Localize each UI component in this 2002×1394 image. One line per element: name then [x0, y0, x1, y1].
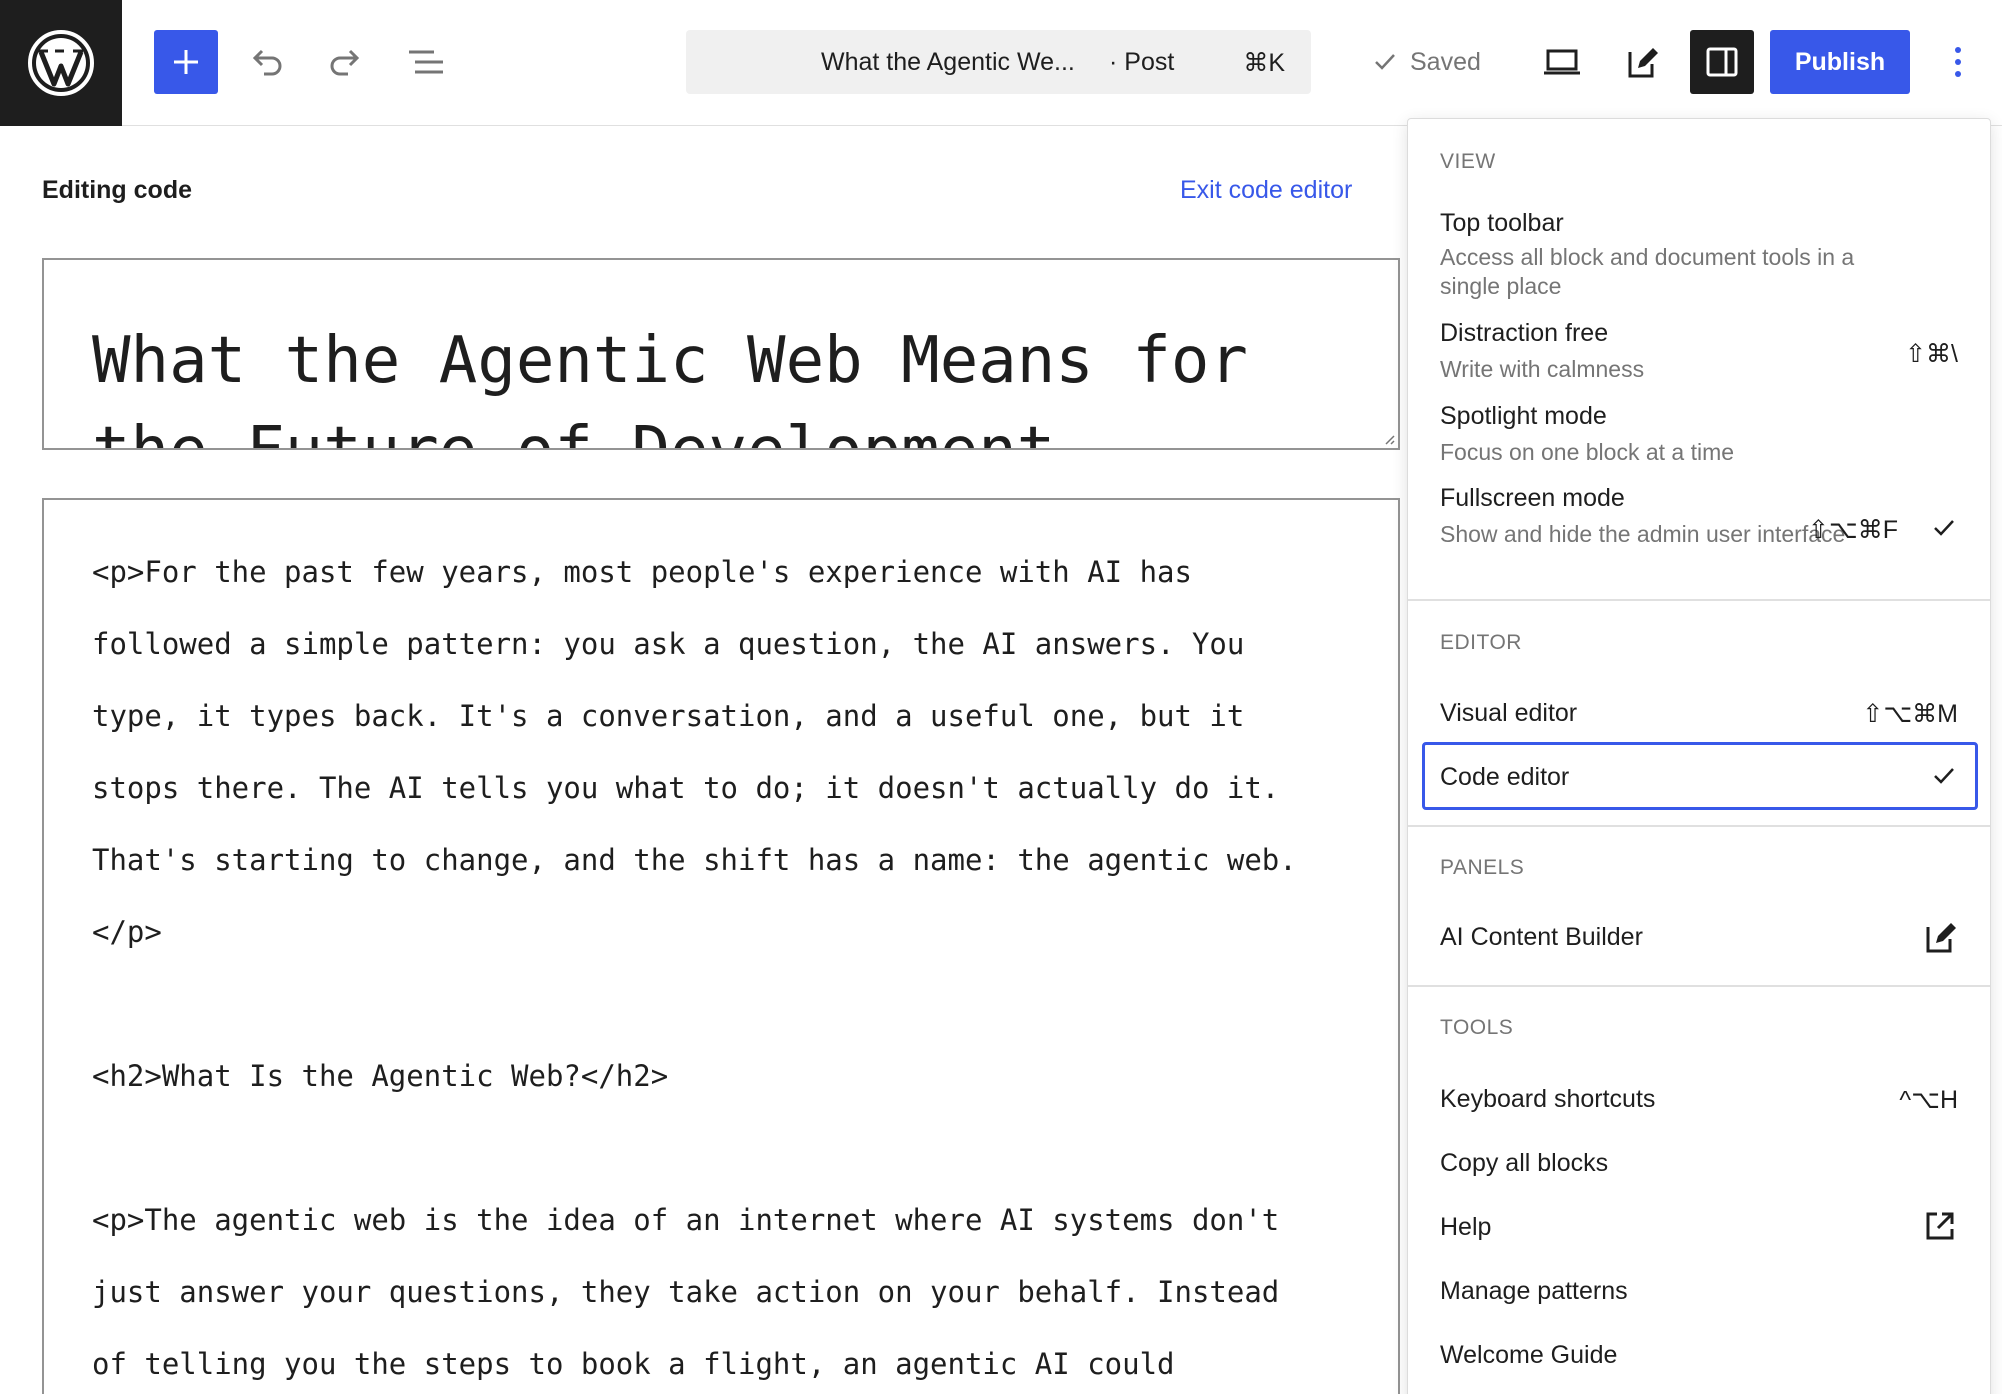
- code-line: <p>For the past few years, most people's…: [92, 555, 1192, 589]
- sidebar-icon: [1706, 47, 1738, 77]
- document-title: What the Agentic We...: [821, 48, 1075, 76]
- command-shortcut: ⌘K: [1243, 49, 1285, 77]
- menu-separator: [1408, 825, 1990, 827]
- undo-button[interactable]: [234, 30, 298, 94]
- menu-separator: [1408, 599, 1990, 601]
- document-type: · Post: [1109, 48, 1175, 76]
- top-toolbar-desc: Access all block and document tools in a…: [1440, 244, 1855, 299]
- copy-all-blocks-label: Copy all blocks: [1440, 1149, 1609, 1177]
- code-line: <p>The agentic web is the idea of an int…: [92, 1203, 1280, 1237]
- publish-button[interactable]: Publish: [1770, 30, 1910, 94]
- undo-icon: [252, 49, 282, 76]
- fullscreen-check-icon: [1934, 520, 1954, 536]
- document-overview-button[interactable]: [394, 30, 458, 94]
- top-toolbar-label: Top toolbar: [1440, 209, 1564, 237]
- command-palette-bar[interactable]: What the Agentic We... · Post ⌘K: [686, 30, 1311, 94]
- wordpress-icon: [28, 30, 94, 96]
- ai-content-builder-label: AI Content Builder: [1440, 923, 1643, 951]
- edit-note-icon: [1628, 48, 1658, 78]
- edit-note-icon: [1926, 923, 1956, 953]
- editor-header: What the Agentic We... · Post ⌘K Saved P…: [0, 0, 2002, 126]
- post-title-textarea[interactable]: What the Agentic Web Means for the Futur…: [42, 258, 1400, 450]
- distraction-free-desc: Write with calmness: [1440, 356, 1645, 382]
- resize-grip-icon[interactable]: [1380, 430, 1396, 446]
- code-line: type, it types back. It's a conversation…: [92, 699, 1245, 733]
- code-line: followed a simple pattern: you ask a que…: [92, 627, 1245, 661]
- code-line: </p>: [92, 915, 162, 949]
- redo-button[interactable]: [314, 30, 378, 94]
- options-dropdown-menu: VIEW Top toolbar Access all block and do…: [1407, 118, 1991, 1394]
- code-editor-textarea[interactable]: <p>For the past few years, most people's…: [42, 498, 1400, 1394]
- panels-group-label: PANELS: [1440, 856, 1525, 879]
- code-line: stops there. The AI tells you what to do…: [92, 771, 1280, 805]
- code-line: of telling you the steps to book a fligh…: [92, 1347, 1175, 1381]
- plus-icon: [174, 50, 198, 74]
- code-editor-label: Code editor: [1440, 763, 1570, 791]
- code-line: just answer your questions, they take ac…: [92, 1275, 1280, 1309]
- distraction-free-label: Distraction free: [1440, 319, 1609, 347]
- code-editor-check-icon: [1934, 768, 1954, 784]
- saved-label: Saved: [1410, 47, 1481, 76]
- more-vertical-icon: [1955, 47, 1961, 77]
- external-link-icon: [1926, 1212, 1954, 1240]
- desktop-icon: [1544, 49, 1580, 75]
- saved-status: Saved: [1372, 30, 1481, 94]
- view-group-label: VIEW: [1440, 150, 1496, 173]
- fullscreen-mode-shortcut: ⇧⌥⌘F: [1807, 516, 1898, 544]
- add-block-button[interactable]: [154, 30, 218, 94]
- editor-group-label: EDITOR: [1440, 631, 1522, 654]
- settings-sidebar-button[interactable]: [1690, 30, 1754, 94]
- list-view-icon: [409, 50, 443, 74]
- wordpress-logo-button[interactable]: [0, 0, 122, 126]
- help-label: Help: [1440, 1213, 1492, 1241]
- code-line: That's starting to change, and the shift…: [92, 843, 1297, 877]
- keyboard-shortcuts-label: Keyboard shortcuts: [1440, 1085, 1656, 1113]
- editing-code-label: Editing code: [42, 176, 192, 204]
- distraction-free-shortcut: ⇧⌘\: [1905, 340, 1958, 368]
- visual-editor-shortcut: ⇧⌥⌘M: [1862, 700, 1958, 728]
- redo-icon: [330, 49, 360, 76]
- manage-patterns-label: Manage patterns: [1440, 1277, 1628, 1305]
- check-icon: [1375, 54, 1395, 70]
- spotlight-mode-label: Spotlight mode: [1440, 402, 1607, 430]
- tools-group-label: TOOLS: [1440, 1016, 1514, 1039]
- preview-button[interactable]: [1530, 30, 1594, 94]
- keyboard-shortcuts-shortcut: ^⌥H: [1899, 1086, 1958, 1114]
- menu-separator: [1408, 985, 1990, 987]
- options-menu-button[interactable]: [1928, 30, 1988, 94]
- exit-code-editor-link[interactable]: Exit code editor: [1180, 176, 1352, 205]
- spotlight-mode-desc: Focus on one block at a time: [1440, 439, 1735, 465]
- visual-editor-label: Visual editor: [1440, 699, 1578, 727]
- welcome-guide-label: Welcome Guide: [1440, 1341, 1618, 1369]
- post-title-text: What the Agentic Web Means for the Futur…: [92, 324, 1248, 448]
- ai-content-builder-button[interactable]: [1610, 30, 1674, 94]
- code-line: <h2>What Is the Agentic Web?</h2>: [92, 1059, 669, 1093]
- fullscreen-mode-label: Fullscreen mode: [1440, 484, 1625, 512]
- code-content: <p>For the past few years, most people's…: [92, 536, 1382, 1394]
